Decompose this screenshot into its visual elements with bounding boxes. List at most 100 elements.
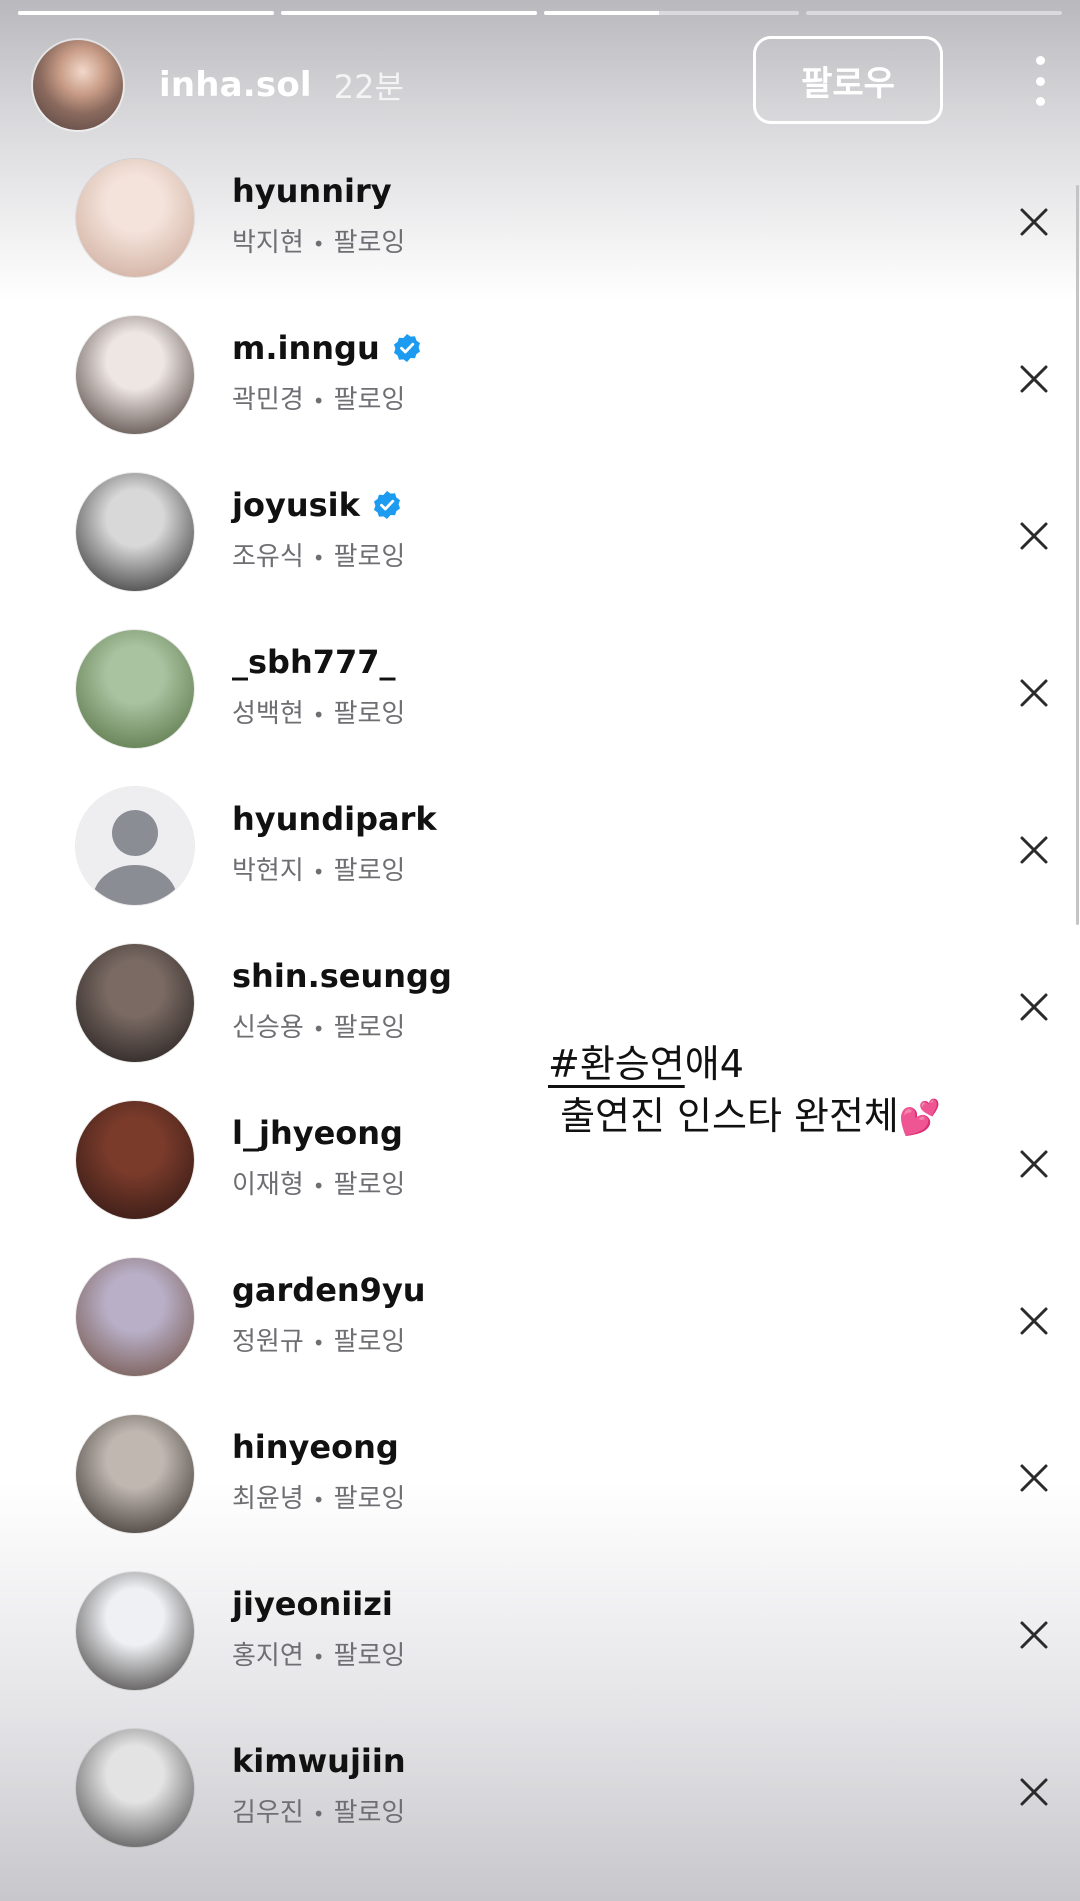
username-text: hyundipark bbox=[232, 800, 437, 838]
list-item[interactable]: joyusik 조유식 • 팔로잉 bbox=[0, 454, 1080, 611]
username[interactable]: hyunniry bbox=[232, 172, 392, 210]
list-item[interactable]: hyunniry 박지현 • 팔로잉 bbox=[0, 140, 1080, 297]
separator: • bbox=[312, 1488, 325, 1512]
username[interactable]: kimwujiin bbox=[232, 1742, 406, 1780]
avatar[interactable] bbox=[76, 159, 194, 277]
follow-status: 팔로잉 bbox=[333, 542, 406, 572]
close-icon[interactable] bbox=[1014, 1772, 1054, 1812]
avatar[interactable] bbox=[76, 1415, 194, 1533]
list-item[interactable]: hinyeong 최윤녕 • 팔로잉 bbox=[0, 1396, 1080, 1553]
close-icon[interactable] bbox=[1014, 1458, 1054, 1498]
username-text: joyusik bbox=[232, 486, 360, 524]
username[interactable]: garden9yu bbox=[232, 1271, 426, 1309]
username-text: jiyeoniizi bbox=[232, 1585, 393, 1623]
full-name: 김우진 bbox=[232, 1798, 304, 1828]
separator: • bbox=[312, 546, 325, 570]
list-item[interactable]: jiyeoniizi 홍지연 • 팔로잉 bbox=[0, 1553, 1080, 1710]
follow-status: 팔로잉 bbox=[333, 228, 406, 258]
username-text: m.inngu bbox=[232, 329, 380, 367]
username[interactable]: m.inngu bbox=[232, 329, 422, 367]
username-text: shin.seungg bbox=[232, 957, 452, 995]
follow-status: 팔로잉 bbox=[333, 856, 406, 886]
follow-status: 팔로잉 bbox=[333, 1484, 406, 1514]
follow-status: 팔로잉 bbox=[333, 1013, 406, 1043]
username-text: kimwujiin bbox=[232, 1742, 406, 1780]
more-vertical-icon[interactable] bbox=[1025, 56, 1055, 106]
progress-segment bbox=[806, 11, 1062, 15]
list-item[interactable]: _sbh777_ 성백현 • 팔로잉 bbox=[0, 611, 1080, 768]
avatar[interactable] bbox=[76, 1729, 194, 1847]
progress-segment bbox=[280, 11, 537, 15]
full-name: 곽민경 bbox=[232, 385, 304, 415]
subtitle: 이재형 • 팔로잉 bbox=[232, 1164, 405, 1201]
avatar[interactable] bbox=[76, 316, 194, 434]
story-caption: #환승연애4 출연진 인스타 완전체💕 bbox=[548, 1038, 941, 1144]
caption-line-2: 출연진 인스타 완전체 bbox=[560, 1094, 899, 1138]
story-header: inha.sol 22분 팔로우 bbox=[33, 36, 1080, 132]
verified-badge-icon bbox=[392, 333, 422, 363]
full-name: 성백현 bbox=[232, 699, 304, 729]
username-text: l_jhyeong bbox=[232, 1114, 403, 1152]
close-icon[interactable] bbox=[1014, 830, 1054, 870]
story-username[interactable]: inha.sol bbox=[159, 65, 312, 105]
subtitle: 신승용 • 팔로잉 bbox=[232, 1007, 405, 1044]
close-icon[interactable] bbox=[1014, 1144, 1054, 1184]
full-name: 신승용 bbox=[232, 1013, 304, 1043]
follow-status: 팔로잉 bbox=[333, 385, 406, 415]
close-icon[interactable] bbox=[1014, 1301, 1054, 1341]
close-icon[interactable] bbox=[1014, 673, 1054, 713]
following-list: hyunniry 박지현 • 팔로잉 m.inngu 곽민경 • 팔로잉 joyusik 조유식 •… bbox=[0, 0, 1080, 1901]
close-icon[interactable] bbox=[1014, 1615, 1054, 1655]
follow-status: 팔로잉 bbox=[333, 699, 406, 729]
username-text: garden9yu bbox=[232, 1271, 426, 1309]
scrollbar[interactable] bbox=[1076, 185, 1079, 925]
separator: • bbox=[312, 1174, 325, 1198]
avatar[interactable] bbox=[76, 787, 194, 905]
story-progress-bar bbox=[18, 11, 1062, 16]
separator: • bbox=[312, 389, 325, 413]
list-item[interactable]: kimwujiin 김우진 • 팔로잉 bbox=[0, 1710, 1080, 1867]
follow-status: 팔로잉 bbox=[333, 1641, 406, 1671]
username[interactable]: _sbh777_ bbox=[232, 643, 396, 681]
close-icon[interactable] bbox=[1014, 359, 1054, 399]
list-item[interactable]: garden9yu 정원규 • 팔로잉 bbox=[0, 1239, 1080, 1396]
subtitle: 곽민경 • 팔로잉 bbox=[232, 379, 405, 416]
full-name: 조유식 bbox=[232, 542, 304, 572]
full-name: 홍지연 bbox=[232, 1641, 304, 1671]
username[interactable]: l_jhyeong bbox=[232, 1114, 403, 1152]
username[interactable]: shin.seungg bbox=[232, 957, 452, 995]
close-icon[interactable] bbox=[1014, 987, 1054, 1027]
close-icon[interactable] bbox=[1014, 516, 1054, 556]
story-screen: hyunniry 박지현 • 팔로잉 m.inngu 곽민경 • 팔로잉 joyusik 조유식 •… bbox=[0, 0, 1080, 1901]
username[interactable]: hinyeong bbox=[232, 1428, 399, 1466]
separator: • bbox=[312, 860, 325, 884]
avatar[interactable] bbox=[76, 473, 194, 591]
username[interactable]: jiyeoniizi bbox=[232, 1585, 393, 1623]
list-item[interactable]: m.inngu 곽민경 • 팔로잉 bbox=[0, 297, 1080, 454]
avatar[interactable] bbox=[76, 944, 194, 1062]
follow-button[interactable]: 팔로우 bbox=[753, 36, 943, 124]
separator: • bbox=[312, 1017, 325, 1041]
subtitle: 최윤녕 • 팔로잉 bbox=[232, 1478, 405, 1515]
full-name: 정원규 bbox=[232, 1327, 304, 1357]
avatar[interactable] bbox=[76, 1258, 194, 1376]
username-text: hyunniry bbox=[232, 172, 392, 210]
subtitle: 박현지 • 팔로잉 bbox=[232, 850, 405, 887]
follow-status: 팔로잉 bbox=[333, 1170, 406, 1200]
progress-segment bbox=[18, 11, 274, 15]
avatar[interactable] bbox=[76, 1101, 194, 1219]
username[interactable]: joyusik bbox=[232, 486, 402, 524]
hashtag[interactable]: #환승연 bbox=[548, 1042, 685, 1086]
close-icon[interactable] bbox=[1014, 202, 1054, 242]
username-text: hinyeong bbox=[232, 1428, 399, 1466]
avatar[interactable] bbox=[33, 40, 123, 130]
verified-badge-icon bbox=[372, 490, 402, 520]
avatar[interactable] bbox=[76, 1572, 194, 1690]
heart-emoji: 💕 bbox=[898, 1098, 942, 1138]
username[interactable]: hyundipark bbox=[232, 800, 437, 838]
username-text: _sbh777_ bbox=[232, 643, 396, 681]
follow-status: 팔로잉 bbox=[333, 1798, 406, 1828]
avatar[interactable] bbox=[76, 630, 194, 748]
list-item[interactable]: hyundipark 박현지 • 팔로잉 bbox=[0, 768, 1080, 925]
follow-status: 팔로잉 bbox=[333, 1327, 406, 1357]
